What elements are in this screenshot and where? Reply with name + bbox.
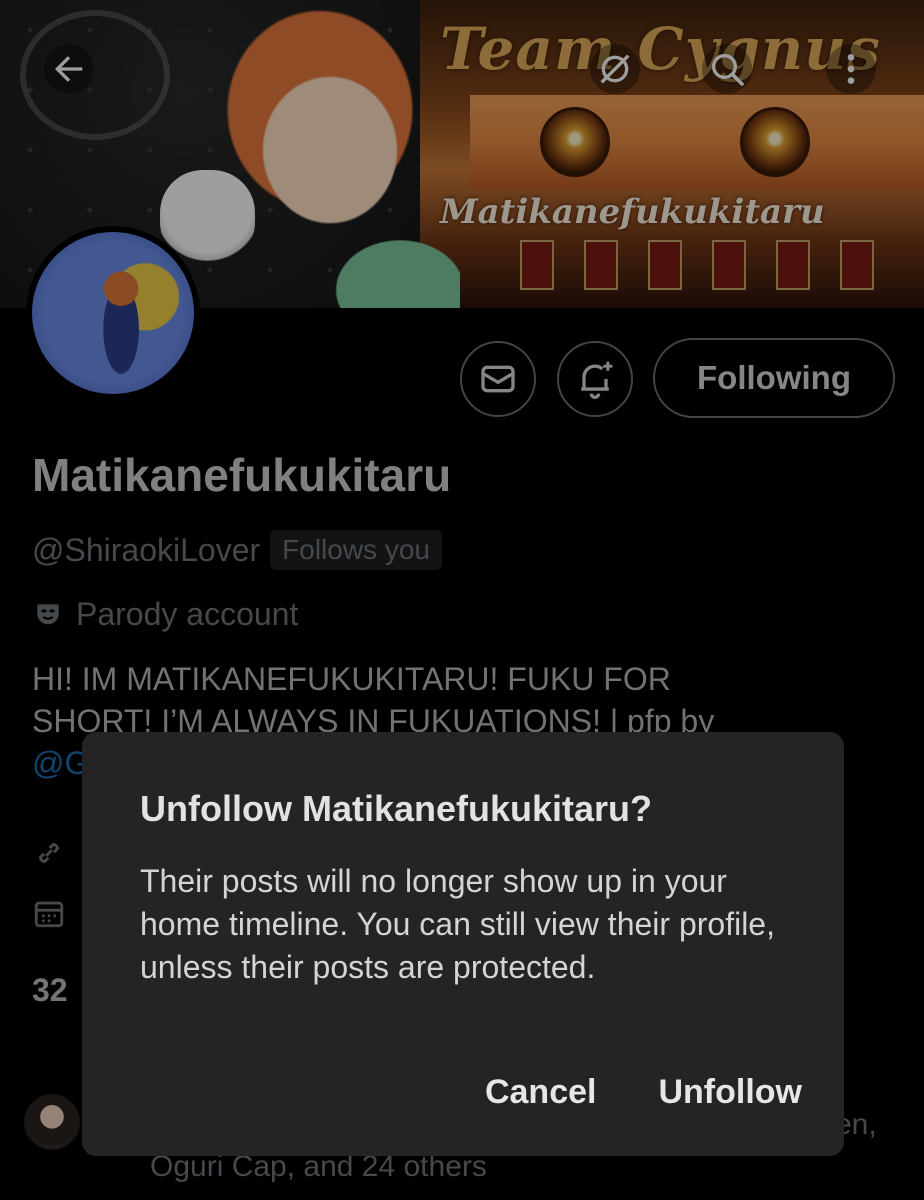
cancel-button[interactable]: Cancel (485, 1073, 597, 1112)
unfollow-dialog: Unfollow Matikanefukukitaru? Their posts… (82, 732, 844, 1156)
profile-screen: Team Cygnus Matikanefukukitaru Following… (0, 0, 924, 1200)
unfollow-button[interactable]: Unfollow (658, 1073, 802, 1112)
dialog-title: Unfollow Matikanefukukitaru? (140, 788, 653, 829)
dialog-message: Their posts will no longer show up in yo… (140, 863, 775, 985)
dialog-actions: Cancel Unfollow (485, 1073, 802, 1112)
